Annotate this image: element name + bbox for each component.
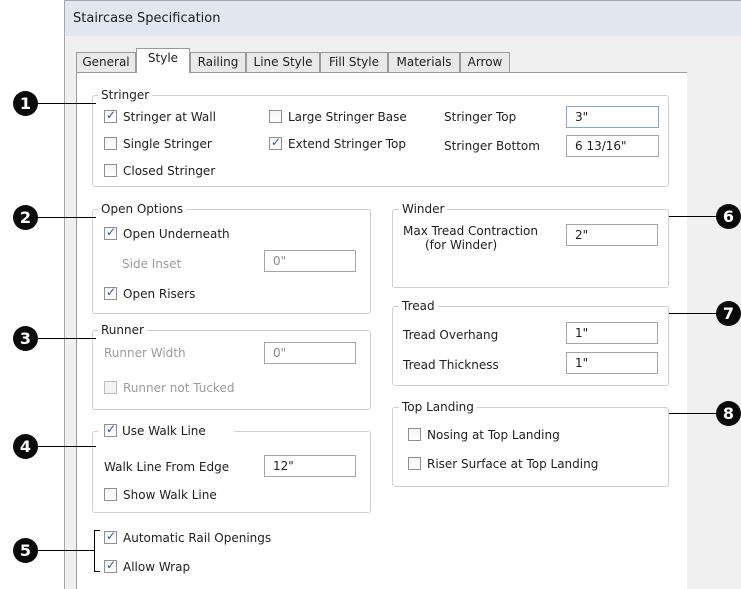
callout-5-bracket <box>94 530 95 572</box>
use-walk-line-label: Use Walk Line <box>122 424 206 438</box>
stringer-at-wall-checkbox[interactable] <box>104 108 117 123</box>
callout-8: 8 <box>716 401 741 426</box>
large-stringer-base-checkbox[interactable] <box>269 110 282 123</box>
runner-not-tucked-checkbox[interactable] <box>104 381 117 394</box>
riser-surface-checkbox[interactable] <box>408 457 421 470</box>
tread-overhang-label: Tread Overhang <box>403 328 499 342</box>
allow-wrap-label: Allow Wrap <box>123 560 191 574</box>
callout-6-leader <box>669 216 719 217</box>
closed-stringer-checkbox[interactable] <box>104 164 117 177</box>
stringer-top-input[interactable]: 3" <box>566 106 659 128</box>
callout-3-leader <box>38 338 96 339</box>
riser-surface-label: Riser Surface at Top Landing <box>427 457 599 471</box>
callout-5-bracket-top <box>94 530 100 531</box>
open-underneath-label: Open Underneath <box>123 227 230 241</box>
tread-overhang-input[interactable]: 1" <box>566 322 658 344</box>
nosing-at-top-landing-label: Nosing at Top Landing <box>427 428 560 442</box>
side-inset-label: Side Inset <box>122 257 182 271</box>
title-bar: Staircase Specification <box>64 0 741 36</box>
runner-group-label: Runner <box>98 323 147 337</box>
callout-7-leader <box>669 313 719 314</box>
callout-3: 3 <box>13 326 38 351</box>
tab-fill-style[interactable]: Fill Style <box>320 52 388 72</box>
stringer-group-label: Stringer <box>98 88 153 102</box>
automatic-rail-openings-label: Automatic Rail Openings <box>123 531 272 545</box>
max-tread-contraction-input[interactable]: 2" <box>566 224 658 246</box>
tread-group <box>392 306 669 386</box>
tab-style[interactable]: Style <box>136 48 190 73</box>
callout-2: 2 <box>13 205 38 230</box>
tread-thickness-label: Tread Thickness <box>403 358 499 372</box>
walk-line-from-edge-input[interactable]: 12" <box>264 455 356 477</box>
runner-not-tucked-label: Runner not Tucked <box>123 381 235 395</box>
callout-7: 7 <box>716 301 741 326</box>
callout-2-leader <box>38 217 96 218</box>
top-landing-group-label: Top Landing <box>399 400 477 414</box>
for-winder-label: (for Winder) <box>425 238 498 252</box>
closed-stringer-label: Closed Stringer <box>123 164 216 178</box>
callout-4: 4 <box>13 434 38 459</box>
open-underneath-checkbox[interactable] <box>104 225 117 240</box>
show-walk-line-label: Show Walk Line <box>123 488 217 502</box>
extend-stringer-top-checkbox[interactable] <box>269 135 282 150</box>
automatic-rail-openings-checkbox[interactable] <box>104 529 117 544</box>
open-risers-label: Open Risers <box>123 287 196 301</box>
callout-5-bracket-bottom <box>94 571 100 572</box>
tab-line-style[interactable]: Line Style <box>246 52 320 72</box>
runner-width-input[interactable]: 0" <box>264 342 356 364</box>
tab-railing[interactable]: Railing <box>190 52 246 72</box>
show-walk-line-checkbox[interactable] <box>104 488 117 501</box>
tread-group-label: Tread <box>399 299 438 313</box>
tread-thickness-input[interactable]: 1" <box>566 352 658 374</box>
callout-6: 6 <box>716 204 741 229</box>
callout-4-leader <box>38 446 96 447</box>
nosing-at-top-landing-checkbox[interactable] <box>408 428 421 441</box>
stringer-bottom-input[interactable]: 6 13/16" <box>566 135 659 157</box>
tab-general[interactable]: General <box>76 52 136 72</box>
callout-5-leader <box>38 550 94 551</box>
callout-1-leader <box>38 103 96 104</box>
tab-materials[interactable]: Materials <box>388 52 460 72</box>
tab-arrow[interactable]: Arrow <box>460 52 510 72</box>
winder-group-label: Winder <box>399 202 448 216</box>
stringer-at-wall-label: Stringer at Wall <box>123 110 216 124</box>
stringer-bottom-label: Stringer Bottom <box>444 139 540 153</box>
single-stringer-label: Single Stringer <box>123 137 212 151</box>
single-stringer-checkbox[interactable] <box>104 137 117 150</box>
stringer-top-label: Stringer Top <box>444 110 517 124</box>
callout-1: 1 <box>13 91 38 116</box>
side-inset-input[interactable]: 0" <box>264 250 356 272</box>
top-landing-group <box>392 407 669 487</box>
walk-line-from-edge-label: Walk Line From Edge <box>104 460 230 474</box>
runner-width-label: Runner Width <box>104 346 186 360</box>
callout-5: 5 <box>13 538 38 563</box>
max-tread-contraction-label: Max Tread Contraction <box>403 224 538 238</box>
open-risers-checkbox[interactable] <box>104 285 117 300</box>
extend-stringer-top-label: Extend Stringer Top <box>288 137 407 151</box>
callout-8-leader <box>669 413 719 414</box>
large-stringer-base-label: Large Stringer Base <box>288 110 407 124</box>
window-title: Staircase Specification <box>73 11 221 26</box>
open-options-group-label: Open Options <box>98 202 187 216</box>
use-walk-line-checkbox[interactable] <box>104 422 117 437</box>
allow-wrap-checkbox[interactable] <box>104 558 117 573</box>
